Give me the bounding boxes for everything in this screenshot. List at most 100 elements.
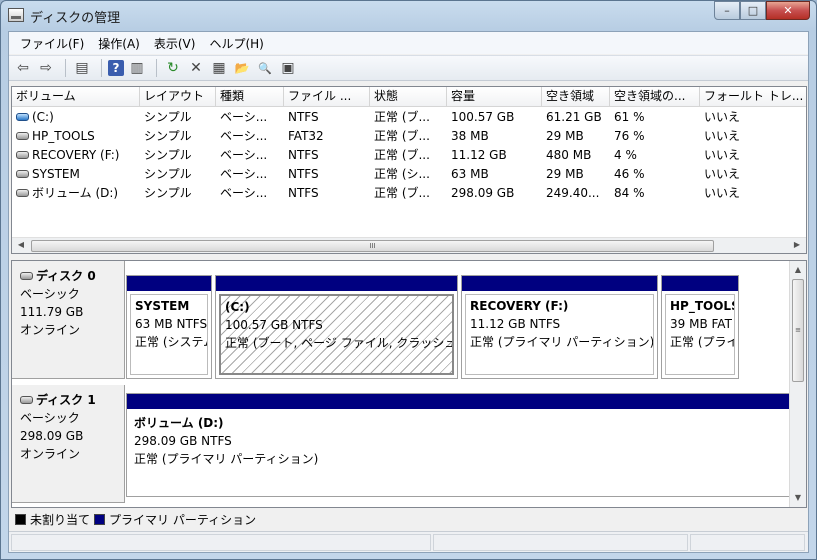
partition-body: ボリューム (D:) 298.09 GB NTFS 正常 (プライマリ パーティ… [134, 416, 319, 466]
maximize-button[interactable]: □ [740, 1, 766, 20]
volume-name: SYSTEM [12, 165, 140, 184]
delete-icon[interactable]: ✕ [186, 58, 206, 78]
volume-layout: シンプル [144, 148, 192, 162]
legend-primary-partition: プライマリ パーティション [109, 513, 257, 527]
status-segment [11, 534, 431, 551]
volume-fault-tolerance: いいえ [704, 129, 741, 143]
disk-1-size: 298.09 GB [20, 429, 84, 443]
volume-layout: シンプル [144, 110, 192, 124]
disk-0-info[interactable]: ディスク 0 ベーシック 111.79 GB オンライン [12, 261, 125, 379]
volume-capacity: 63 MB [451, 167, 489, 181]
window-controls: – □ ✕ [714, 1, 810, 21]
minimize-button[interactable]: – [714, 1, 740, 20]
disk-drive-icon [20, 271, 33, 280]
open-folder-icon[interactable]: 📂 [232, 58, 252, 78]
volume-free-space: 29 MB [546, 167, 584, 181]
disk-1-name: ディスク 1 [20, 391, 124, 409]
volume-capacity: 100.57 GB [451, 110, 515, 124]
column-header-filesystem[interactable]: ファイル ... [284, 87, 370, 107]
volume-fault-tolerance: いいえ [704, 167, 741, 181]
table-row[interactable]: (C:) シンプル ベーシ... NTFS 正常 (ブ... 100.57 GB 61.21… [12, 108, 806, 127]
column-header-free-space[interactable]: 空き領域 [542, 87, 610, 107]
primary-partition-bar [216, 276, 457, 291]
volume-fault-tolerance: いいえ [704, 186, 741, 200]
menu-help[interactable]: ヘルプ(H) [202, 35, 270, 52]
volume-list: ボリューム レイアウト 種類 ファイル ... 状態 容量 空き領域 空き領域の… [11, 86, 807, 254]
forward-arrow-icon[interactable]: ⇨ [36, 58, 56, 78]
disk-management-icon [8, 8, 24, 22]
settings-icon[interactable]: ▣ [278, 58, 298, 78]
partition-recovery[interactable]: RECOVERY (F:) 11.12 GB NTFS 正常 (プライマリ パー… [461, 275, 658, 379]
refresh-icon[interactable]: ↻ [163, 58, 183, 78]
properties-icon[interactable]: ▦ [209, 58, 229, 78]
volume-free-percent: 4 % [614, 148, 637, 162]
disk-0-name: ディスク 0 [20, 267, 124, 285]
column-header-type[interactable]: 種類 [216, 87, 284, 107]
volume-filesystem: NTFS [288, 167, 319, 181]
table-row[interactable]: HP_TOOLS シンプル ベーシ... FAT32 正常 (ブ... 38 MB 29 M… [12, 127, 806, 146]
disk-1-kind: ベーシック [20, 411, 80, 425]
column-header-volume[interactable]: ボリューム [12, 87, 140, 107]
table-row[interactable]: SYSTEM シンプル ベーシ... NTFS 正常 (シ... 63 MB 29 MB 46… [12, 165, 806, 184]
volume-filesystem: FAT32 [288, 129, 324, 143]
primary-partition-bar [462, 276, 657, 291]
volume-status: 正常 (ブ... [374, 129, 430, 143]
vertical-scroll-thumb[interactable]: ≡ [792, 279, 804, 382]
legend-unallocated: 未割り当て [30, 513, 91, 527]
system-volume-icon [16, 112, 29, 121]
volume-layout: シンプル [144, 186, 192, 200]
console-tree-icon[interactable]: ▤ [72, 58, 92, 78]
search-icon[interactable]: 🔍 [255, 58, 275, 78]
partition-body: SYSTEM 63 MB NTFS 正常 (システム [130, 294, 208, 375]
disk-1-info[interactable]: ディスク 1 ベーシック 298.09 GB オンライン [12, 385, 125, 503]
volume-free-space: 29 MB [546, 129, 584, 143]
horizontal-scroll-thumb[interactable]: III [31, 240, 714, 252]
partition-d[interactable]: ボリューム (D:) 298.09 GB NTFS 正常 (プライマリ パーティ… [126, 393, 790, 497]
table-row[interactable]: RECOVERY (F:) シンプル ベーシ... NTFS 正常 (ブ... 11.12… [12, 146, 806, 165]
table-row[interactable]: ボリューム (D:) シンプル ベーシ... NTFS 正常 (ブ... 298.09 G… [12, 184, 806, 203]
menu-view[interactable]: 表示(V) [147, 35, 203, 52]
unallocated-swatch [15, 514, 26, 525]
help-icon[interactable]: ? [108, 60, 124, 76]
volume-filesystem: NTFS [288, 110, 319, 124]
scroll-up-icon[interactable]: ▲ [791, 263, 805, 277]
status-segment [690, 534, 805, 551]
volume-icon [16, 131, 29, 140]
column-header-status[interactable]: 状態 [370, 87, 447, 107]
partition-body: HP_TOOLS 39 MB FAT 正常 (プライ [665, 294, 735, 375]
disk-1-state: オンライン [20, 447, 81, 461]
partition-system[interactable]: SYSTEM 63 MB NTFS 正常 (システム [126, 275, 212, 379]
toolbar: ⇦ ⇨ ▤ ? ▥ ↻ ✕ ▦ 📂 🔍 ▣ [9, 55, 808, 81]
client-area: ファイル(F) 操作(A) 表示(V) ヘルプ(H) ⇦ ⇨ ▤ ? ▥ ↻ ✕… [8, 31, 809, 553]
menu-file[interactable]: ファイル(F) [13, 35, 91, 52]
volume-free-percent: 46 % [614, 167, 645, 181]
vertical-scrollbar[interactable]: ▲ ≡ ▼ [789, 261, 806, 507]
partition-hp-tools[interactable]: HP_TOOLS 39 MB FAT 正常 (プライ [661, 275, 739, 379]
volume-status: 正常 (シ... [374, 167, 430, 181]
volume-status: 正常 (ブ... [374, 110, 430, 124]
column-header-fault-tolerance[interactable]: フォールト トレ... [700, 87, 806, 107]
title-bar[interactable]: ディスクの管理 – □ ✕ [1, 1, 816, 31]
column-header-capacity[interactable]: 容量 [447, 87, 542, 107]
scroll-left-icon[interactable]: ◀ [14, 238, 28, 252]
volume-free-space: 249.40... [546, 186, 600, 200]
horizontal-scrollbar[interactable]: ◀ III ▶ [12, 237, 806, 253]
volume-free-space: 480 MB [546, 148, 592, 162]
status-bar [9, 531, 808, 552]
volume-fault-tolerance: いいえ [704, 110, 741, 124]
show-hide-pane-icon[interactable]: ▥ [127, 58, 147, 78]
volume-name: RECOVERY (F:) [12, 146, 140, 165]
column-header-free-percent[interactable]: 空き領域の... [610, 87, 700, 107]
menu-action[interactable]: 操作(A) [91, 35, 147, 52]
disk-0-state: オンライン [20, 323, 81, 337]
scroll-down-icon[interactable]: ▼ [791, 491, 805, 505]
partition-c[interactable]: (C:) 100.57 GB NTFS 正常 (ブート, ページ ファイル, ク… [215, 275, 458, 379]
volume-type: ベーシ... [220, 110, 268, 124]
volume-name: (C:) [12, 108, 140, 127]
volume-type: ベーシ... [220, 167, 268, 181]
close-button[interactable]: ✕ [766, 1, 810, 20]
column-header-layout[interactable]: レイアウト [140, 87, 216, 107]
scroll-right-icon[interactable]: ▶ [790, 238, 804, 252]
back-arrow-icon[interactable]: ⇦ [13, 58, 33, 78]
disk-graphical-view: ディスク 0 ベーシック 111.79 GB オンライン SYSTEM 63 M… [11, 260, 807, 508]
